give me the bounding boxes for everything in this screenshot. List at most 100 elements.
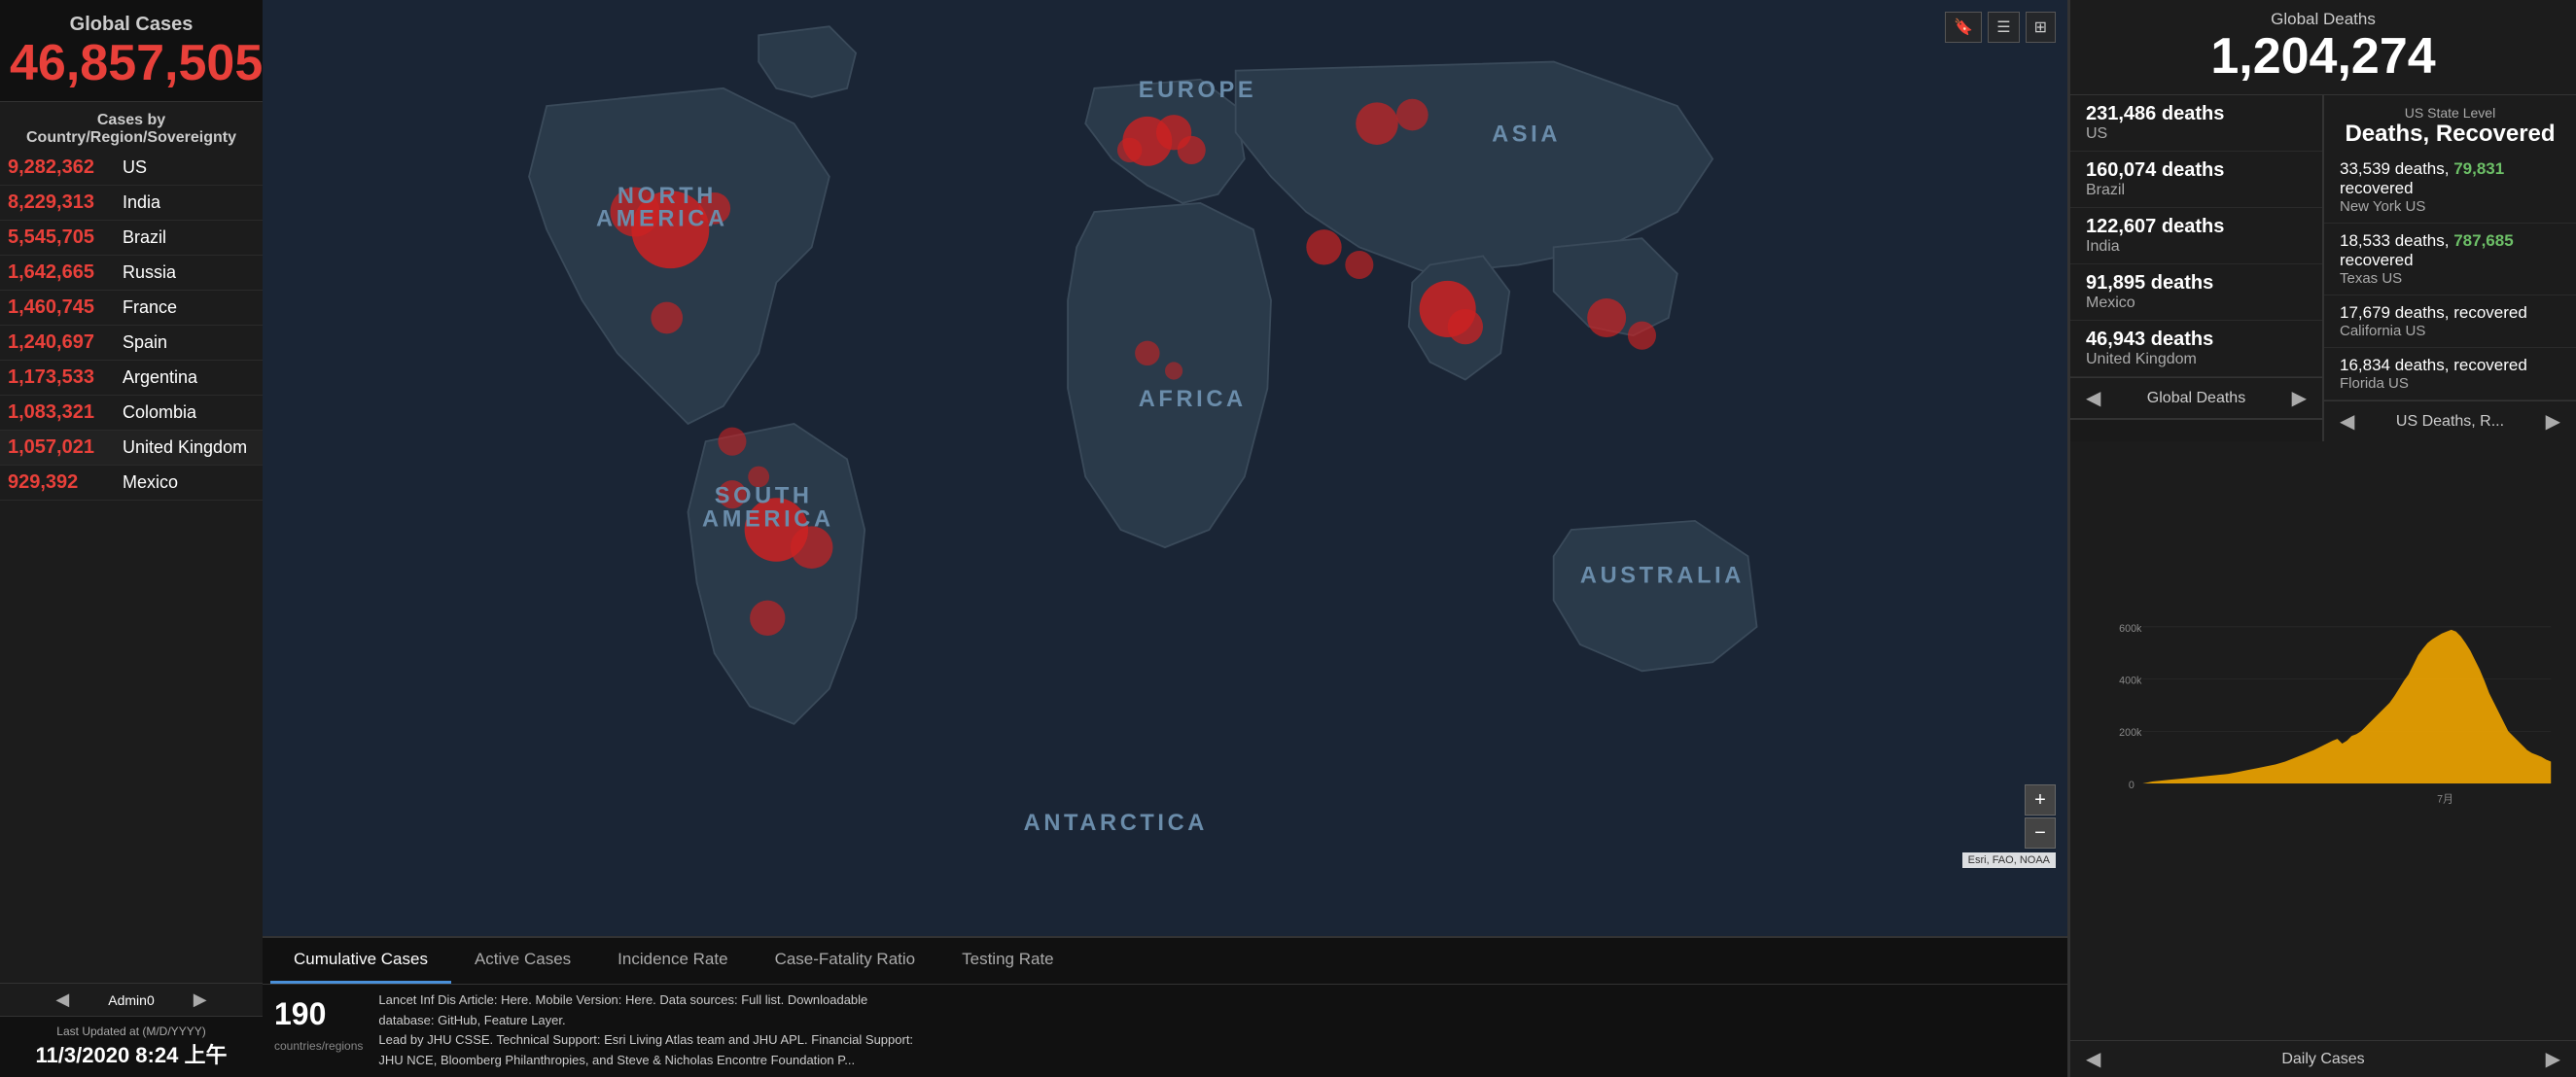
country-name: France — [123, 297, 177, 318]
chart-next-btn[interactable]: ▶ — [2546, 1047, 2560, 1071]
svg-text:AFRICA: AFRICA — [1139, 387, 1247, 412]
cases-by-label: Cases byCountry/Region/Sovereignty — [0, 102, 263, 151]
qr-btn[interactable]: ⊞ — [2026, 12, 2056, 43]
tab-case-fatality-ratio[interactable]: Case-Fatality Ratio — [752, 938, 939, 984]
global-cases-value: 46,857,505 — [10, 36, 253, 91]
zoom-controls[interactable]: + − — [2025, 784, 2056, 849]
tab-incidence-rate[interactable]: Incidence Rate — [594, 938, 751, 984]
svg-text:600k: 600k — [2119, 623, 2142, 635]
global-cases-label: Global Cases — [10, 14, 253, 36]
deaths-nav: ◀ Global Deaths ▶ — [2070, 377, 2322, 420]
deaths-column: 231,486 deathsUS160,074 deathsBrazil122,… — [2070, 95, 2324, 441]
country-cases: 1,083,321 — [8, 401, 115, 424]
country-item[interactable]: 1,173,533 Argentina — [0, 361, 263, 396]
country-item[interactable]: 929,392Mexico — [0, 466, 263, 501]
country-cases: 1,173,533 — [8, 366, 115, 389]
country-item[interactable]: 1,240,697 Spain — [0, 326, 263, 361]
us-deaths: 16,834 deaths, recovered — [2340, 356, 2560, 375]
us-deaths: 17,679 deaths, recovered — [2340, 303, 2560, 323]
svg-text:400k: 400k — [2119, 676, 2142, 687]
deaths-country: Brazil — [2086, 182, 2307, 199]
tab-active-cases[interactable]: Active Cases — [451, 938, 594, 984]
us-state-name: Florida US — [2340, 375, 2560, 392]
country-name: Brazil — [123, 227, 166, 248]
us-nav: ◀ US Deaths, R... ▶ — [2324, 400, 2576, 441]
us-next-btn[interactable]: ▶ — [2546, 409, 2560, 434]
country-item[interactable]: 8,229,313India — [0, 186, 263, 221]
country-cases: 1,240,697 — [8, 331, 115, 354]
country-count-sub: countries/regions — [274, 1037, 363, 1055]
split-panel: 231,486 deathsUS160,074 deathsBrazil122,… — [2070, 95, 2576, 441]
deaths-next-btn[interactable]: ▶ — [2292, 386, 2307, 410]
deaths-country: United Kingdom — [2086, 351, 2307, 368]
svg-text:ANTARCTICA: ANTARCTICA — [1024, 811, 1208, 836]
esri-attribution: Esri, FAO, NOAA — [1962, 852, 2056, 868]
list-btn[interactable]: ☰ — [1988, 12, 2019, 43]
deaths-count: 160,074 deaths — [2086, 159, 2307, 182]
us-state-item: 18,533 deaths, 787,685 recoveredTexas US — [2324, 224, 2576, 295]
deaths-country: US — [2086, 125, 2307, 143]
info-bar: 190 countries/regions Lancet Inf Dis Art… — [263, 984, 2067, 1077]
deaths-country: Mexico — [2086, 295, 2307, 312]
world-map-container[interactable]: NORTH AMERICA SOUTH AMERICA EUROPE ASIA … — [263, 0, 2067, 936]
admin-label: Admin0 — [108, 992, 154, 1008]
us-panel-title: Deaths, Recovered — [2340, 121, 2560, 148]
country-cases: 1,460,745 — [8, 296, 115, 319]
chart-panel: 600k 400k 200k 0 7月 ◀ Daily Cases ▶ — [2070, 441, 2576, 1077]
scroll-right-btn[interactable]: ▶ — [194, 990, 207, 1010]
country-cases: 1,057,021 — [8, 436, 115, 459]
deaths-count: 46,943 deaths — [2086, 329, 2307, 351]
bookmark-btn[interactable]: 🔖 — [1945, 12, 1982, 43]
tab-cumulative-cases[interactable]: Cumulative Cases — [270, 938, 451, 984]
country-list: 9,282,362US8,229,313India5,545,705Brazil… — [0, 151, 263, 983]
country-item[interactable]: 1,460,745 France — [0, 291, 263, 326]
us-recovered: 79,831 — [2453, 159, 2504, 178]
global-deaths-value: 1,204,274 — [2086, 29, 2560, 85]
country-name: Argentina — [123, 367, 197, 388]
us-state-item: 33,539 deaths, 79,831 recoveredNew York … — [2324, 152, 2576, 224]
info-line3: Lead by JHU CSSE. Technical Support: Esr… — [378, 1030, 2056, 1051]
last-updated-box: Last Updated at (M/D/YYYY) 11/3/2020 8:2… — [0, 1016, 263, 1077]
deaths-prev-btn[interactable]: ◀ — [2086, 386, 2100, 410]
country-item[interactable]: 9,282,362US — [0, 151, 263, 186]
country-item[interactable]: 1,057,021 United Kingdom — [0, 431, 263, 466]
svg-text:7月: 7月 — [2437, 794, 2453, 806]
tab-bar: Cumulative CasesActive CasesIncidence Ra… — [263, 936, 2067, 984]
svg-text:AUSTRALIA: AUSTRALIA — [1580, 563, 1745, 588]
zoom-out-btn[interactable]: − — [2025, 817, 2056, 849]
deaths-nav-label: Global Deaths — [2147, 390, 2245, 407]
scroll-left-btn[interactable]: ◀ — [55, 990, 69, 1010]
country-item[interactable]: 1,642,665Russia — [0, 256, 263, 291]
map-toolbar: 🔖 ☰ ⊞ — [1945, 12, 2056, 43]
chart-prev-btn[interactable]: ◀ — [2086, 1047, 2100, 1071]
country-item[interactable]: 1,083,321Colombia — [0, 396, 263, 431]
world-map-svg[interactable]: NORTH AMERICA SOUTH AMERICA EUROPE ASIA … — [263, 0, 2067, 936]
chart-nav: ◀ Daily Cases ▶ — [2070, 1040, 2576, 1077]
deaths-count: 231,486 deaths — [2086, 103, 2307, 125]
us-list: 33,539 deaths, 79,831 recoveredNew York … — [2324, 152, 2576, 400]
us-deaths: 18,533 deaths, 787,685 recovered — [2340, 231, 2560, 270]
right-panel: Global Deaths 1,204,274 231,486 deathsUS… — [2070, 0, 2576, 1077]
country-name: Mexico — [123, 472, 178, 493]
us-column: US State Level Deaths, Recovered 33,539 … — [2324, 95, 2576, 441]
country-item[interactable]: 5,545,705Brazil — [0, 221, 263, 256]
us-deaths: 33,539 deaths, 79,831 recovered — [2340, 159, 2560, 198]
chart-area: 600k 400k 200k 0 7月 — [2070, 441, 2576, 1040]
us-sublabel: US State Level — [2340, 105, 2560, 121]
country-name: Russia — [123, 262, 176, 283]
us-prev-btn[interactable]: ◀ — [2340, 409, 2354, 434]
chart-title: Daily Cases — [2281, 1051, 2364, 1068]
svg-text:ASIA: ASIA — [1492, 122, 1561, 147]
global-cases-box: Global Cases 46,857,505 — [0, 0, 263, 102]
info-line4: JHU NCE, Bloomberg Philanthropies, and S… — [378, 1051, 2056, 1071]
us-state-item: 17,679 deaths, recoveredCalifornia US — [2324, 295, 2576, 348]
svg-text:AMERICA: AMERICA — [702, 506, 834, 532]
zoom-in-btn[interactable]: + — [2025, 784, 2056, 816]
deaths-country: India — [2086, 238, 2307, 256]
us-recovered: 787,685 — [2453, 231, 2513, 250]
country-name: United Kingdom — [123, 437, 247, 458]
country-cases: 9,282,362 — [8, 156, 115, 179]
us-state-name: California US — [2340, 323, 2560, 339]
country-name: Spain — [123, 332, 167, 353]
tab-testing-rate[interactable]: Testing Rate — [938, 938, 1077, 984]
